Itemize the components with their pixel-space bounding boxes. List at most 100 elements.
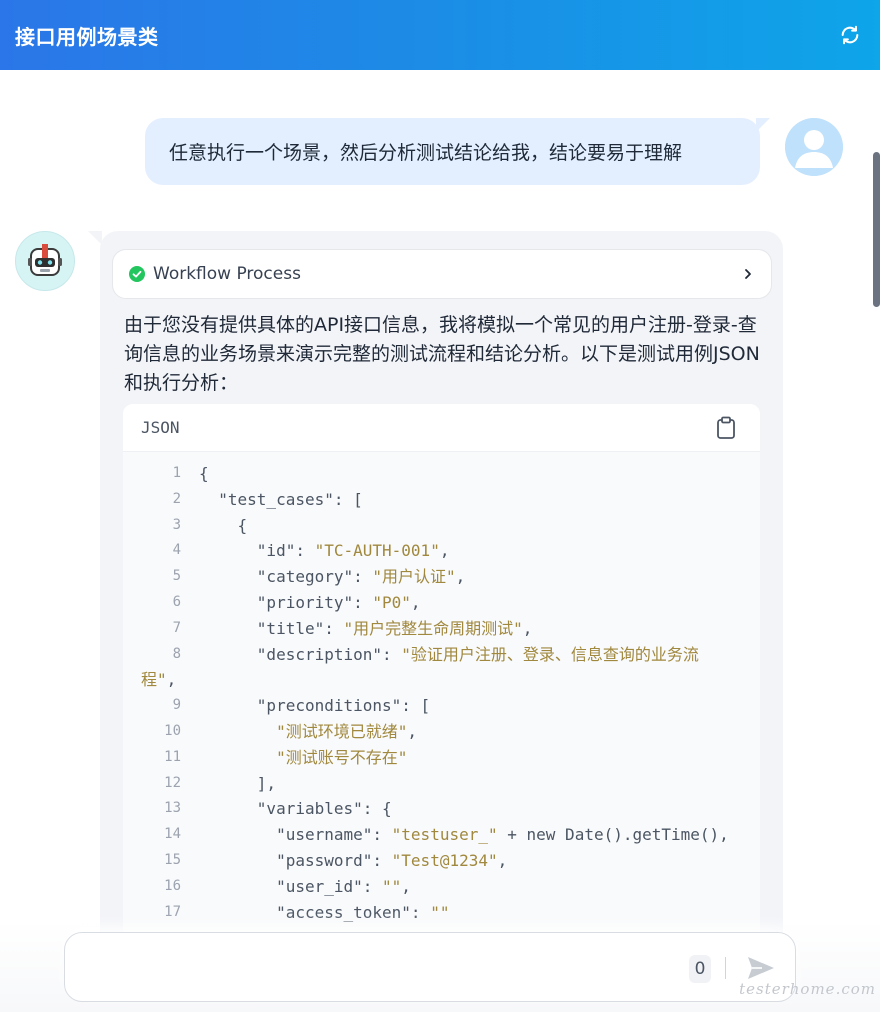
- code-plain: "password":: [199, 850, 392, 870]
- message-input[interactable]: [81, 947, 671, 987]
- code-block: JSON 1{2 "test_cases": [3 {4 "id": "TC-A…: [123, 404, 760, 951]
- refresh-button[interactable]: [836, 21, 864, 49]
- clipboard-icon: [717, 416, 735, 439]
- code-plain: "test_cases": [: [199, 489, 363, 509]
- code-text: {: [181, 513, 248, 539]
- code-text: "priority": "P0",: [181, 590, 421, 616]
- code-plain: "category":: [199, 567, 373, 587]
- code-text: "测试环境已就绪",: [181, 719, 417, 745]
- code-text: "test_cases": [: [181, 487, 363, 513]
- code-text: "variables": {: [181, 796, 392, 822]
- page-title: 接口用例场景类: [15, 24, 159, 49]
- workflow-label: Workflow Process: [153, 264, 301, 284]
- code-plain: ],: [199, 773, 277, 793]
- line-number: 9: [172, 697, 181, 714]
- code-line: 12 ],: [123, 771, 760, 797]
- code-language-label: JSON: [141, 418, 180, 437]
- code-text: "id": "TC-AUTH-001",: [181, 538, 450, 564]
- send-icon: [748, 957, 774, 979]
- refresh-icon: [841, 25, 859, 45]
- user-avatar-icon: [785, 118, 843, 176]
- code-string: 程": [141, 670, 167, 690]
- line-number: 8: [172, 645, 181, 662]
- line-number: 12: [164, 774, 181, 791]
- line-number: 1: [172, 465, 181, 481]
- code-plain: ,: [497, 850, 508, 870]
- line-number: 15: [164, 851, 181, 868]
- code-string: "TC-AUTH-001": [314, 541, 440, 561]
- code-plain: "access_token":: [199, 902, 431, 922]
- code-plain: {: [199, 464, 209, 483]
- code-text: "password": "Test@1234",: [181, 848, 507, 874]
- code-line: 3 {: [123, 513, 760, 539]
- code-plain: + new Date().getTime(),: [497, 825, 729, 845]
- char-count-badge: 0: [689, 955, 711, 983]
- code-string: "测试账号不存在": [276, 747, 408, 767]
- code-text: "category": "用户认证",: [181, 564, 466, 590]
- bot-avatar: [15, 231, 75, 291]
- user-message-bubble: 任意执行一个场景，然后分析测试结论给我，结论要易于理解: [145, 118, 770, 185]
- code-line: 2 "test_cases": [: [123, 487, 760, 513]
- line-number: 5: [172, 568, 181, 585]
- code-plain: "id":: [199, 541, 315, 561]
- code-text: "user_id": "",: [181, 874, 411, 900]
- bot-message-text: 由于您没有提供具体的API接口信息，我将模拟一个常见的用户注册-登录-查询信息的…: [124, 314, 760, 394]
- line-number: 7: [172, 619, 181, 636]
- code-line: 13 "variables": {: [123, 796, 760, 822]
- composer-divider: [725, 957, 726, 979]
- code-string: "Test@1234": [391, 850, 498, 870]
- code-plain: [199, 748, 276, 767]
- line-number: 13: [164, 800, 181, 817]
- app-header: 接口用例场景类: [0, 0, 880, 70]
- code-plain: ,: [401, 876, 411, 896]
- code-plain: ,: [522, 618, 533, 638]
- code-plain: "user_id":: [199, 876, 383, 896]
- code-plain: "variables": {: [199, 799, 392, 819]
- line-number: 10: [164, 722, 181, 739]
- check-circle-icon: [129, 266, 145, 282]
- code-block-header: JSON: [123, 404, 760, 452]
- code-text: "测试账号不存在": [181, 745, 407, 771]
- code-plain: "description":: [199, 644, 402, 664]
- line-number: 2: [172, 490, 181, 507]
- chevron-right-icon: [741, 267, 755, 281]
- code-line: 1{: [123, 461, 760, 487]
- code-line-wrap: 程",: [123, 667, 760, 693]
- code-line: 6 "priority": "P0",: [123, 590, 760, 616]
- code-line: 15 "password": "Test@1234",: [123, 848, 760, 874]
- line-number: 11: [164, 748, 181, 765]
- code-line: 10 "测试环境已就绪",: [123, 719, 760, 745]
- code-plain: "preconditions": [: [199, 696, 431, 716]
- code-text: "preconditions": [: [181, 693, 430, 719]
- code-line: 9 "preconditions": [: [123, 693, 760, 719]
- watermark: testerhome.com: [739, 980, 876, 998]
- code-line: 4 "id": "TC-AUTH-001",: [123, 538, 760, 564]
- code-plain: "username":: [199, 825, 392, 845]
- workflow-process-toggle[interactable]: Workflow Process: [112, 249, 772, 299]
- code-text: {: [181, 461, 209, 487]
- code-string: "验证用户注册、登录、信息查询的业务流: [401, 644, 699, 664]
- code-line: 7 "title": "用户完整生命周期测试",: [123, 616, 760, 642]
- send-button[interactable]: [745, 953, 777, 983]
- line-number: 4: [172, 542, 181, 559]
- code-text: "description": "验证用户注册、登录、信息查询的业务流: [181, 642, 699, 668]
- code-plain: {: [199, 515, 248, 535]
- code-string: "用户完整生命周期测试": [343, 618, 523, 638]
- code-plain: ,: [166, 670, 177, 690]
- robot-avatar-icon: [28, 244, 62, 276]
- copy-code-button[interactable]: [714, 415, 738, 441]
- code-string: "测试环境已就绪": [276, 721, 408, 741]
- code-plain: "priority":: [199, 592, 373, 612]
- code-line: 14 "username": "testuser_" + new Date().…: [123, 822, 760, 848]
- code-line: 8 "description": "验证用户注册、登录、信息查询的业务流: [123, 642, 760, 668]
- code-text: "username": "testuser_" + new Date().get…: [181, 822, 729, 848]
- user-message-row: 任意执行一个场景，然后分析测试结论给我，结论要易于理解: [0, 118, 880, 188]
- code-plain: ,: [439, 541, 450, 561]
- user-avatar: [785, 118, 843, 176]
- code-string: "": [382, 876, 402, 896]
- line-number: 6: [172, 593, 181, 610]
- code-string: "用户认证": [372, 567, 456, 587]
- code-line: 5 "category": "用户认证",: [123, 564, 760, 590]
- code-plain: ,: [410, 592, 421, 612]
- code-text: ],: [181, 771, 276, 797]
